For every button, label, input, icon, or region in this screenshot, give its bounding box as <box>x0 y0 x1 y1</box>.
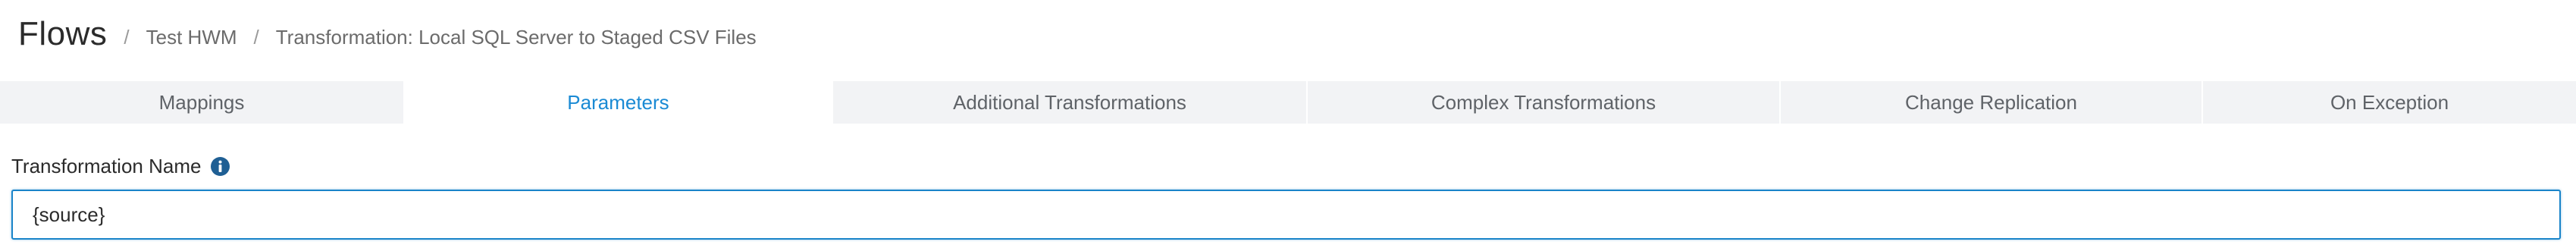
tab-bar: Mappings Parameters Additional Transform… <box>0 81 2576 124</box>
page-title: Flows <box>18 15 108 52</box>
transformation-name-field-wrapper <box>11 190 2561 240</box>
tab-change-replication[interactable]: Change Replication <box>1779 81 2202 124</box>
transformation-name-input[interactable] <box>13 191 2559 238</box>
breadcrumb: Flows / Test HWM / Transformation: Local… <box>18 8 757 61</box>
breadcrumb-separator: / <box>124 25 130 49</box>
transformation-name-label-row: Transformation Name <box>11 153 230 179</box>
tab-additional-transformations[interactable]: Additional Transformations <box>833 81 1306 124</box>
info-circle-icon[interactable] <box>210 156 230 177</box>
breadcrumb-item-test-hwm[interactable]: Test HWM <box>146 26 237 49</box>
breadcrumb-separator: / <box>253 25 259 49</box>
tab-parameters[interactable]: Parameters <box>403 81 833 124</box>
transformation-name-label: Transformation Name <box>11 154 202 177</box>
breadcrumb-item-transformation: Transformation: Local SQL Server to Stag… <box>275 25 757 49</box>
tab-complex-transformations[interactable]: Complex Transformations <box>1306 81 1779 124</box>
tab-on-exception[interactable]: On Exception <box>2202 81 2576 124</box>
tab-mappings[interactable]: Mappings <box>0 81 403 124</box>
